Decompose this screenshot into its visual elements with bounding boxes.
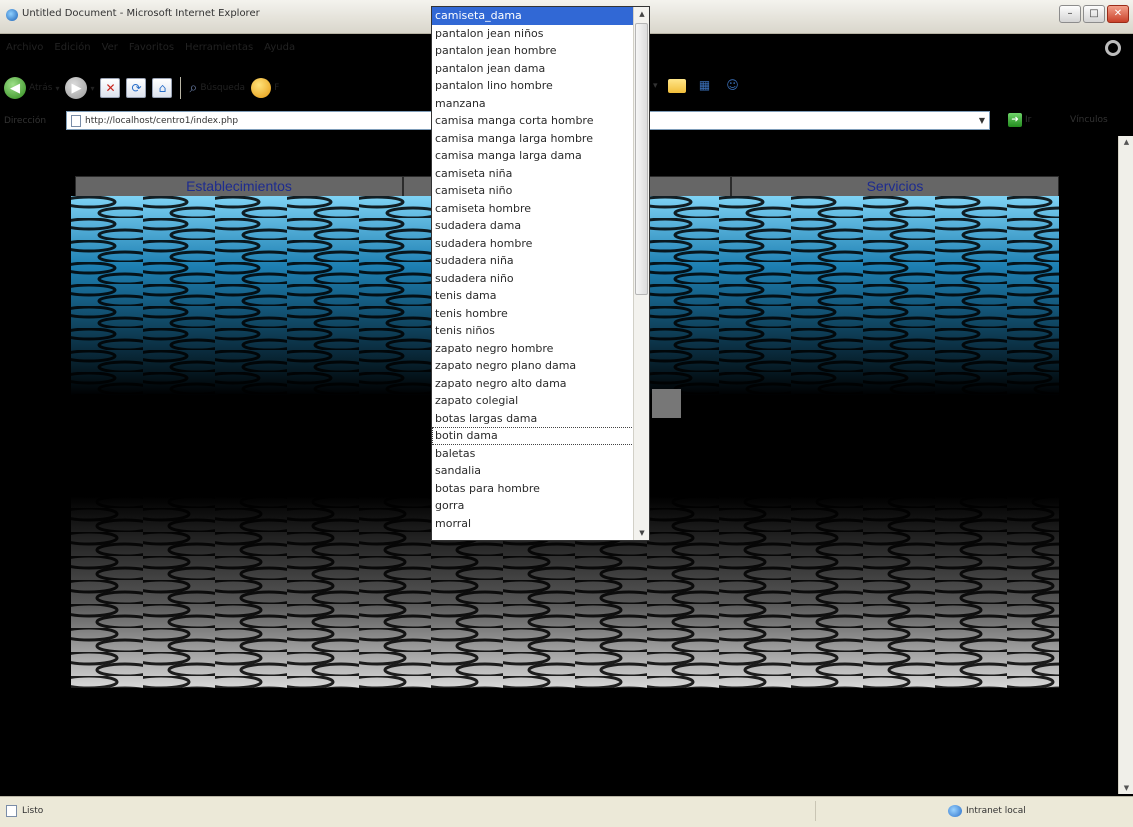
page-gray-box (652, 389, 681, 418)
page-status-icon (6, 805, 17, 817)
scroll-down-icon[interactable]: ▼ (1119, 782, 1133, 794)
stop-icon: ✕ (105, 81, 116, 95)
dropdown-option[interactable]: camiseta hombre (432, 200, 634, 218)
dropdown-option[interactable]: zapato colegial (432, 392, 634, 410)
back-label: Atrás (29, 83, 53, 93)
dropdown-options: camiseta_dama pantalon jean niños pantalon… (432, 7, 634, 532)
intranet-globe-icon (948, 805, 962, 817)
dropdown-option[interactable]: botin dama (432, 427, 634, 445)
dropdown-option[interactable]: camisa manga corta hombre (432, 112, 634, 130)
toolbar-divider (180, 77, 182, 99)
dropdown-option[interactable]: pantalon jean niños (432, 25, 634, 43)
address-url: http://localhost/centro1/index.php (85, 115, 239, 126)
media-icon[interactable]: ▦ (696, 78, 714, 94)
dropdown-option[interactable]: tenis niños (432, 322, 634, 340)
dropdown-scroll-up-icon[interactable]: ▲ (634, 7, 649, 21)
dropdown-option[interactable]: zapato negro plano dama (432, 357, 634, 375)
search-icon: ⌕ (189, 80, 198, 96)
dropdown-scroll-thumb[interactable] (635, 23, 648, 295)
dropdown-option[interactable]: tenis dama (432, 287, 634, 305)
dropdown-option[interactable]: sudadera hombre (432, 235, 634, 253)
go-arrow-icon: ➜ (1008, 113, 1022, 127)
dropdown-option[interactable]: botas largas dama (432, 410, 634, 428)
favorites-star-icon (251, 78, 272, 98)
dropdown-option[interactable]: camiseta niño (432, 182, 634, 200)
nav-establecimientos[interactable]: Establecimientos (75, 176, 403, 197)
dropdown-option[interactable]: zapato negro hombre (432, 340, 634, 358)
ie-icon (6, 9, 18, 21)
favorites-label: F (274, 83, 280, 93)
go-label: Ir (1025, 115, 1032, 125)
toolbar: ◀ Atrás ▾ ▶ ▾ ✕ ⟳ ⌂ ⌕ Búsqueda F (0, 72, 279, 104)
messenger-icon[interactable]: ☺ (724, 78, 742, 94)
scroll-up-icon[interactable]: ▲ (1119, 136, 1133, 148)
menu-bar: Archivo Edición Ver Favoritos Herramient… (0, 36, 295, 58)
back-button[interactable]: ◀ Atrás ▾ (4, 77, 59, 99)
dropdown-option[interactable]: zapato negro alto dama (432, 375, 634, 393)
refresh-icon: ⟳ (131, 81, 142, 95)
favorites-button[interactable]: F (251, 78, 279, 98)
minimize-button[interactable]: – (1059, 5, 1081, 23)
search-label: Búsqueda (200, 83, 246, 93)
dropdown-option[interactable]: botas para hombre (432, 480, 634, 498)
dropdown-option[interactable]: camisa manga larga dama (432, 147, 634, 165)
forward-button[interactable]: ▶ ▾ (65, 77, 94, 99)
security-zone: Intranet local (948, 805, 1026, 817)
menu-archivo[interactable]: Archivo (6, 42, 43, 53)
status-text: Listo (22, 806, 44, 816)
toolbar-extra: ▾ ▦ ☺ (653, 78, 742, 94)
maximize-button[interactable]: □ (1083, 5, 1105, 23)
forward-dropdown-icon[interactable]: ▾ (90, 84, 94, 93)
address-dropdown-icon[interactable]: ▼ (975, 112, 989, 129)
zone-label: Intranet local (966, 806, 1026, 816)
window-title: Untitled Document - Microsoft Internet E… (22, 8, 260, 19)
product-dropdown-list[interactable]: camiseta_dama pantalon jean niños pantalon… (431, 6, 650, 541)
dropdown-option[interactable]: morral (432, 515, 634, 533)
search-button[interactable]: ⌕ Búsqueda (189, 80, 245, 96)
menu-ayuda[interactable]: Ayuda (264, 42, 295, 53)
back-dropdown-icon[interactable]: ▾ (55, 84, 59, 93)
status-panels (815, 801, 935, 821)
dropdown-option[interactable]: sudadera niña (432, 252, 634, 270)
home-button[interactable]: ⌂ (152, 78, 173, 98)
dropdown-option[interactable]: camiseta_dama (432, 7, 634, 25)
dropdown-scrollbar[interactable]: ▲ ▼ (633, 7, 649, 540)
menu-herramientas[interactable]: Herramientas (185, 42, 253, 53)
dropdown-option[interactable]: sudadera dama (432, 217, 634, 235)
ie-throbber-icon (1097, 36, 1129, 60)
forward-arrow-icon: ▶ (65, 77, 88, 99)
folder-icon[interactable] (667, 79, 686, 93)
menu-favoritos[interactable]: Favoritos (129, 42, 174, 53)
stop-button[interactable]: ✕ (100, 78, 121, 98)
links-button[interactable]: Vínculos (1070, 115, 1108, 125)
page-icon (71, 114, 81, 127)
page-scrollbar[interactable]: ▲ ▼ (1118, 136, 1133, 794)
toolbar-dropdown-icon[interactable]: ▾ (653, 81, 658, 91)
close-button[interactable]: ✕ (1107, 5, 1129, 23)
dropdown-option[interactable]: pantalon jean dama (432, 60, 634, 78)
dropdown-option[interactable]: baletas (432, 445, 634, 463)
status-bar: Listo Intranet local (0, 796, 1133, 827)
menu-ver[interactable]: Ver (102, 42, 118, 53)
back-arrow-icon: ◀ (4, 77, 26, 99)
dropdown-option[interactable]: manzana (432, 95, 634, 113)
dropdown-option[interactable]: tenis hombre (432, 305, 634, 323)
dropdown-option[interactable]: pantalon jean hombre (432, 42, 634, 60)
dropdown-option[interactable]: pantalon lino hombre (432, 77, 634, 95)
refresh-button[interactable]: ⟳ (126, 78, 147, 98)
go-button[interactable]: ➜ Ir (1008, 113, 1031, 127)
address-label: Dirección (4, 116, 47, 126)
dropdown-option[interactable]: camisa manga larga hombre (432, 130, 634, 148)
window-controls: – □ ✕ (1059, 5, 1129, 23)
nav-servicios[interactable]: Servicios (731, 176, 1059, 197)
dropdown-option[interactable]: sandalia (432, 462, 634, 480)
home-icon: ⌂ (158, 81, 167, 95)
dropdown-option[interactable]: gorra (432, 497, 634, 515)
dropdown-option[interactable]: camiseta niña (432, 165, 634, 183)
menu-edicion[interactable]: Edición (54, 42, 90, 53)
dropdown-scroll-down-icon[interactable]: ▼ (634, 526, 649, 540)
dropdown-option[interactable]: sudadera niño (432, 270, 634, 288)
